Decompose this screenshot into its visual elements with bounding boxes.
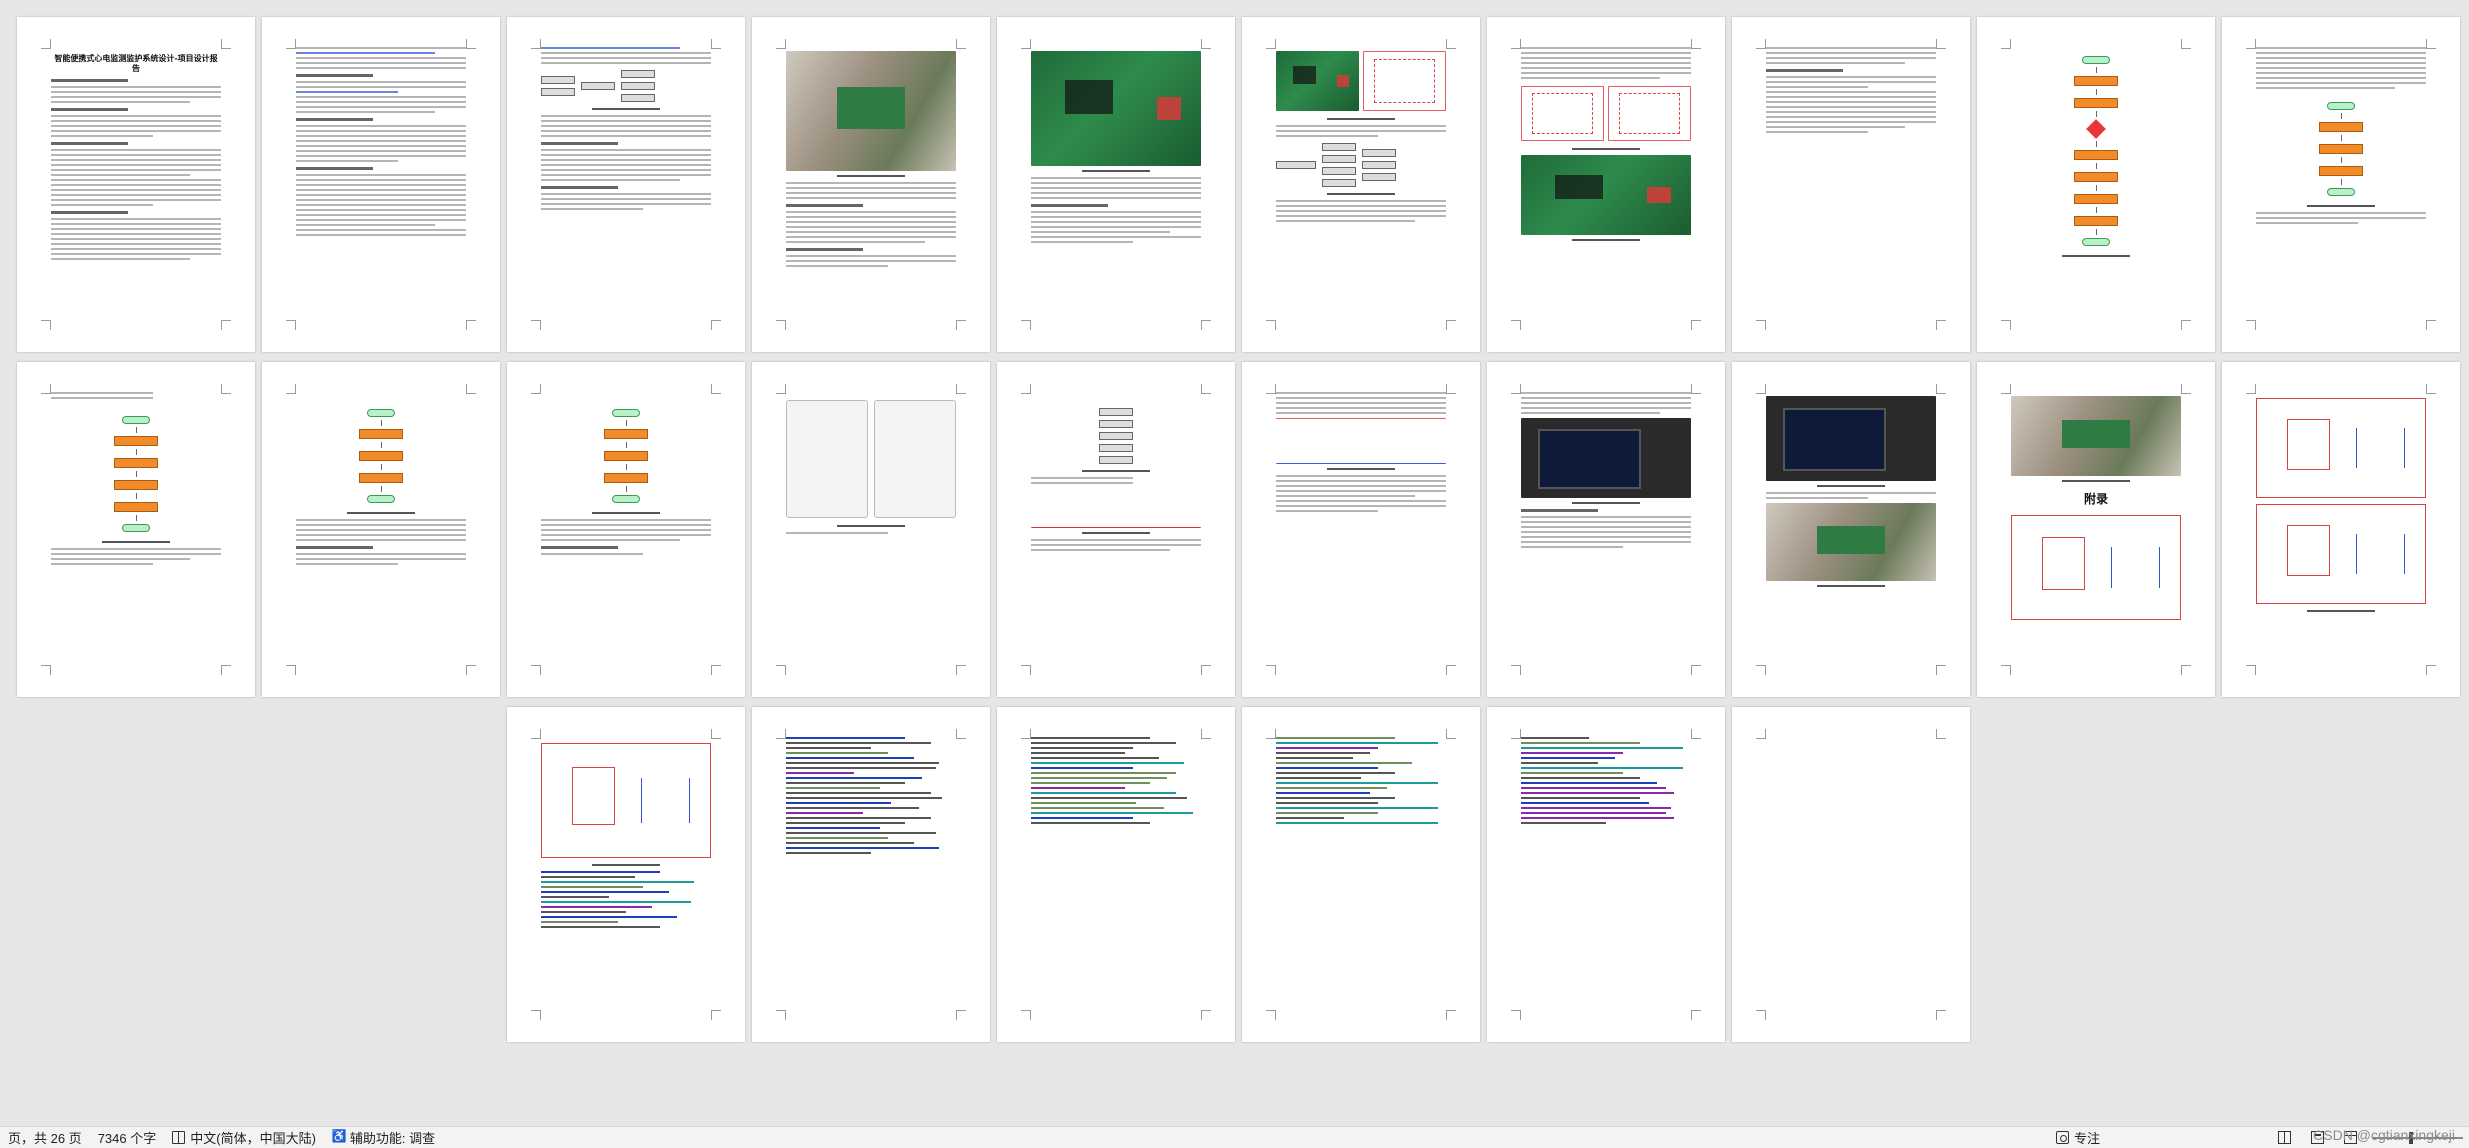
focus-mode-button[interactable]: 专注 — [2048, 1128, 2108, 1147]
status-bar: 页，共 26 页 7346 个字 中文(简体，中国大陆) 辅助功能: 调查 专注 — [0, 1126, 2469, 1148]
language-indicator[interactable]: 中文(简体，中国大陆) — [164, 1128, 324, 1147]
page-thumbnail-11[interactable] — [17, 362, 255, 697]
page-thumbnail-20[interactable] — [2222, 362, 2460, 697]
page-thumbnail-17[interactable] — [1487, 362, 1725, 697]
page-thumbnail-15[interactable] — [997, 362, 1235, 697]
program-flowchart — [296, 406, 466, 506]
appendix-heading: 附录 — [2083, 492, 2108, 506]
multimeter-photo — [1766, 503, 1936, 581]
page-thumbnail-12[interactable] — [262, 362, 500, 697]
schematic-diagram — [541, 743, 711, 858]
page-count-label: 页，共 26 页 — [8, 1131, 82, 1146]
pcb-layout-image — [1521, 86, 1604, 141]
focus-icon — [2055, 1131, 2069, 1144]
page-thumbnail-4[interactable] — [752, 17, 990, 352]
page-thumbnail-16[interactable] — [1242, 362, 1480, 697]
oscilloscope-photo — [1766, 396, 1936, 481]
page-thumbnail-18[interactable] — [1732, 362, 1970, 697]
code-listing — [541, 871, 711, 928]
software-flow-diagram — [1031, 408, 1201, 464]
page-thumbnail-14[interactable] — [752, 362, 990, 697]
module-tree-diagram — [1276, 143, 1446, 187]
pcb-photo — [1276, 51, 1359, 111]
page-thumbnail-6[interactable] — [1242, 17, 1480, 352]
proofing-book-icon — [172, 1131, 186, 1144]
page-count-indicator[interactable]: 页，共 26 页 — [0, 1128, 90, 1147]
app-screenshot — [786, 400, 868, 518]
code-listing — [786, 737, 956, 1012]
page-thumbnail-22[interactable] — [752, 707, 990, 1042]
page-thumbnail-23[interactable] — [997, 707, 1235, 1042]
program-flowchart — [541, 406, 711, 506]
word-count-label: 7346 个字 — [97, 1131, 157, 1146]
pcb-layout-image — [1608, 86, 1691, 141]
program-flowchart — [2011, 53, 2181, 249]
page-thumbnail-5[interactable] — [997, 17, 1235, 352]
page-thumbnail-21[interactable] — [507, 707, 745, 1042]
schematic-diagram — [2256, 398, 2426, 498]
app-screenshot — [874, 400, 956, 518]
page-thumbnail-7[interactable] — [1487, 17, 1725, 352]
code-listing — [1276, 737, 1446, 1012]
accessibility-label: 辅助功能: 调查 — [349, 1131, 436, 1146]
page-thumbnail-3[interactable] — [507, 17, 745, 352]
page-thumbnail-9[interactable] — [1977, 17, 2215, 352]
pcb-layout-image — [1362, 51, 1446, 111]
page-thumbnail-2[interactable] — [262, 17, 500, 352]
page-thumbnail-25[interactable] — [1487, 707, 1725, 1042]
page-thumbnail-26[interactable] — [1732, 707, 1970, 1042]
page-thumbnail-workspace[interactable]: 智能便携式心电监测监护系统设计-项目设计报告 附录 — [0, 0, 2469, 1126]
page-thumbnail-10[interactable] — [2222, 17, 2460, 352]
document-title: 智能便携式心电监测监护系统设计-项目设计报告 — [54, 53, 218, 73]
language-label: 中文(简体，中国大陆) — [190, 1131, 316, 1146]
page-thumbnail-24[interactable] — [1242, 707, 1480, 1042]
ecg-waveform-sketch — [1031, 488, 1201, 528]
pcb-photo — [1031, 51, 1201, 166]
code-listing — [1521, 737, 1691, 1012]
word-count-indicator[interactable]: 7346 个字 — [90, 1128, 165, 1147]
schematic-diagram — [2011, 515, 2181, 620]
hardware-photo — [786, 51, 956, 171]
watermark: CSDN @cgtianxingkeji — [2313, 1127, 2455, 1143]
oscilloscope-photo — [1521, 418, 1691, 498]
focus-label: 专注 — [2073, 1131, 2100, 1146]
page-thumbnail-8[interactable] — [1732, 17, 1970, 352]
code-listing — [1031, 737, 1201, 1012]
read-mode-icon[interactable] — [2278, 1131, 2291, 1144]
page-thumbnail-1[interactable]: 智能便携式心电监测监护系统设计-项目设计报告 — [17, 17, 255, 352]
program-flowchart — [51, 413, 221, 535]
program-flowchart — [2256, 99, 2426, 199]
accessibility-icon — [332, 1129, 347, 1144]
ecg-signal-figure — [1276, 418, 1446, 464]
schematic-diagram — [2256, 504, 2426, 604]
accessibility-indicator[interactable]: 辅助功能: 调查 — [324, 1128, 443, 1147]
test-setup-photo — [2011, 396, 2181, 476]
system-block-diagram — [541, 70, 711, 102]
page-thumbnail-13[interactable] — [507, 362, 745, 697]
pcb-photo — [1521, 155, 1691, 235]
page-thumbnail-19[interactable]: 附录 — [1977, 362, 2215, 697]
